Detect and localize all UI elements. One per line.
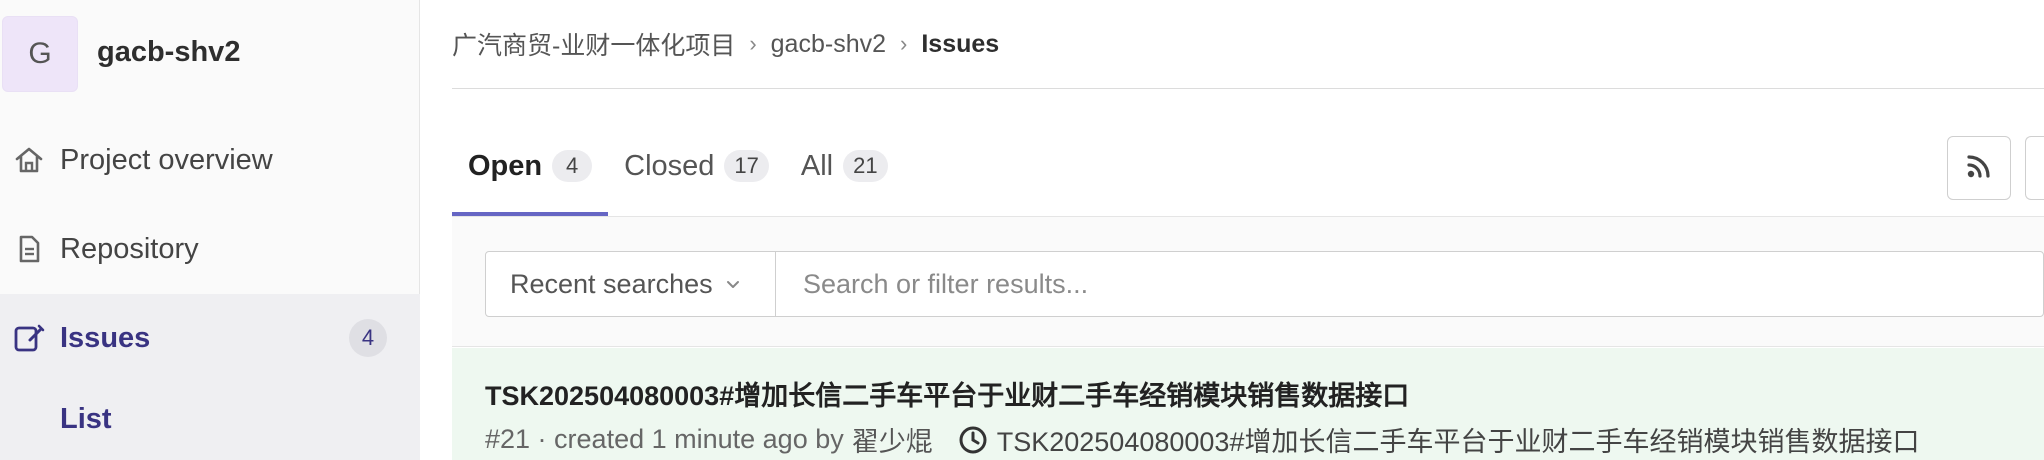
clock-icon [957,424,989,456]
document-icon [12,232,46,266]
tab-all[interactable]: All 21 [785,136,904,216]
sidebar-item-label: Issues [60,321,151,354]
sidebar-item-project-overview[interactable]: Project overview [0,116,420,204]
filtered-search-box: Recent searches [485,251,2044,317]
search-input[interactable] [777,252,2037,316]
main-content: 广汽商贸-业财一体化项目 › gacb-shv2 › Issues Open 4… [421,0,2044,460]
issue-milestone-link[interactable]: TSK202504080003#增加长信二手车平台于业财二手车经销模块销售数据接… [957,420,1920,459]
issue-meta: #21 · created 1 minute ago by 翟少焜 TSK202… [485,420,1919,459]
avatar[interactable]: G [2,16,78,92]
tab-count-badge: 21 [843,150,888,182]
issue-title-link[interactable]: TSK202504080003#增加长信二手车平台于业财二手车经销模块销售数据接… [485,374,1409,413]
tab-open[interactable]: Open 4 [452,136,609,216]
issue-list-item[interactable]: TSK202504080003#增加长信二手车平台于业财二手车经销模块销售数据接… [452,348,2044,460]
project-name[interactable]: gacb-shv2 [97,36,240,69]
sidebar-item-repository[interactable]: Repository [0,205,420,293]
filter-bar: Recent searches [452,217,2044,347]
milestone-label: TSK202504080003#增加长信二手车平台于业财二手车经销模块销售数据接… [996,427,1920,457]
issue-reference: #21 · created 1 minute ago by [485,424,844,454]
chevron-right-icon: › [749,31,757,56]
rss-feed-button[interactable] [1947,136,2011,200]
home-icon [12,143,46,177]
issues-count-badge: 4 [349,319,387,357]
sidebar: G gacb-shv2 Project overview Repository … [0,0,420,460]
issues-icon [12,321,46,355]
rss-icon [1965,152,1993,185]
chevron-down-icon [725,276,741,292]
issue-state-tabs: Open 4 Closed 17 All 21 [452,136,904,216]
sidebar-subitem-label: List [60,403,112,435]
tab-closed[interactable]: Closed 17 [608,136,785,216]
recent-searches-dropdown[interactable]: Recent searches [486,252,776,316]
tab-count-badge: 4 [552,150,593,182]
sidebar-subitem-list[interactable]: List [0,382,420,460]
recent-searches-label: Recent searches [510,268,713,299]
chevron-right-icon: › [900,31,908,56]
sidebar-item-label: Repository [60,232,199,265]
breadcrumb-current[interactable]: Issues [921,30,999,59]
issue-author-link[interactable]: 翟少焜 [852,420,933,459]
tab-count-badge: 17 [724,150,769,182]
tab-label: Open [468,150,543,182]
breadcrumb-group[interactable]: 广汽商贸-业财一体化项目 [452,26,735,62]
divider [452,88,2044,89]
tab-label: Closed [624,150,715,182]
breadcrumb-project[interactable]: gacb-shv2 [771,30,886,59]
sidebar-item-issues[interactable]: Issues 4 [0,294,420,382]
breadcrumb: 广汽商贸-业财一体化项目 › gacb-shv2 › Issues [452,22,999,66]
tab-label: All [800,150,834,182]
sidebar-item-label: Project overview [60,143,273,176]
project-header[interactable]: G gacb-shv2 [0,0,420,108]
export-button[interactable] [2025,136,2044,200]
